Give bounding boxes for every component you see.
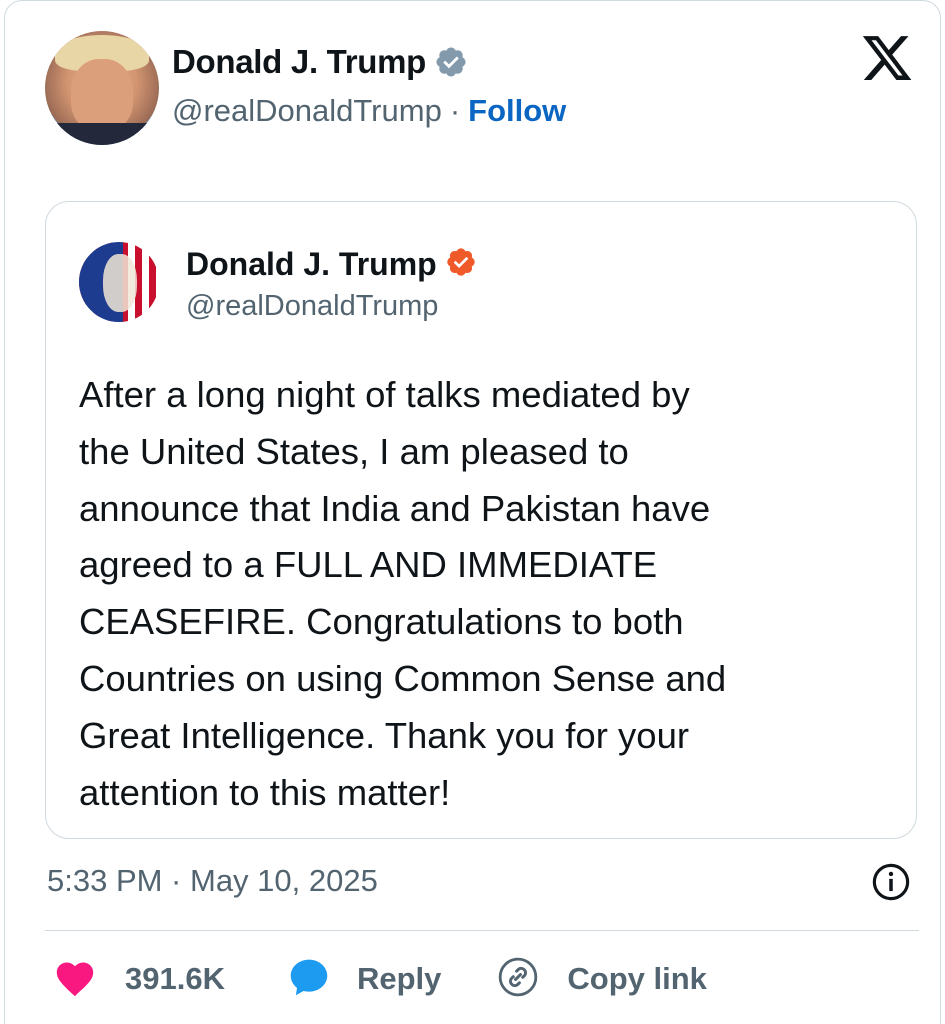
- separator-dot: ·: [449, 93, 461, 128]
- author-avatar[interactable]: [45, 31, 159, 145]
- author-handle[interactable]: @realDonaldTrump: [172, 93, 442, 129]
- author-handle-row: @realDonaldTrump · Follow: [172, 93, 566, 129]
- divider: [45, 930, 919, 931]
- verified-badge-icon: [434, 45, 468, 79]
- heart-icon: [53, 957, 97, 1002]
- author-display-name[interactable]: Donald J. Trump: [172, 43, 426, 81]
- like-button[interactable]: 391.6K: [53, 957, 225, 1002]
- speech-bubble-icon: [287, 956, 331, 1003]
- copy-link-button[interactable]: Copy link: [497, 956, 707, 1003]
- post-timestamp[interactable]: 5:33 PM · May 10, 2025: [47, 863, 378, 899]
- reply-label: Reply: [356, 961, 442, 996]
- reply-button[interactable]: Reply: [287, 956, 441, 1003]
- link-icon: [497, 956, 539, 1003]
- quoted-name-row: Donald J. Trump: [186, 246, 477, 283]
- quoted-post-text: After a long night of talks mediated by …: [79, 374, 727, 813]
- quoted-display-name[interactable]: Donald J. Trump: [186, 246, 437, 283]
- author-name-row: Donald J. Trump: [172, 43, 468, 81]
- verified-badge-icon: [445, 246, 477, 283]
- copy-link-label: Copy link: [567, 961, 707, 996]
- action-bar: 391.6K Reply Copy link: [53, 951, 707, 1007]
- quoted-post[interactable]: Donald J. Trump @realDonaldTrump After a…: [45, 201, 917, 839]
- info-icon[interactable]: [870, 861, 912, 903]
- follow-button[interactable]: Follow: [468, 93, 566, 129]
- quoted-handle[interactable]: @realDonaldTrump: [186, 290, 438, 323]
- embedded-post-card: Donald J. Trump @realDonaldTrump · Follo…: [4, 0, 941, 1024]
- x-logo-icon[interactable]: [860, 31, 914, 85]
- quoted-author-avatar[interactable]: [79, 242, 159, 322]
- like-count: 391.6K: [125, 961, 225, 996]
